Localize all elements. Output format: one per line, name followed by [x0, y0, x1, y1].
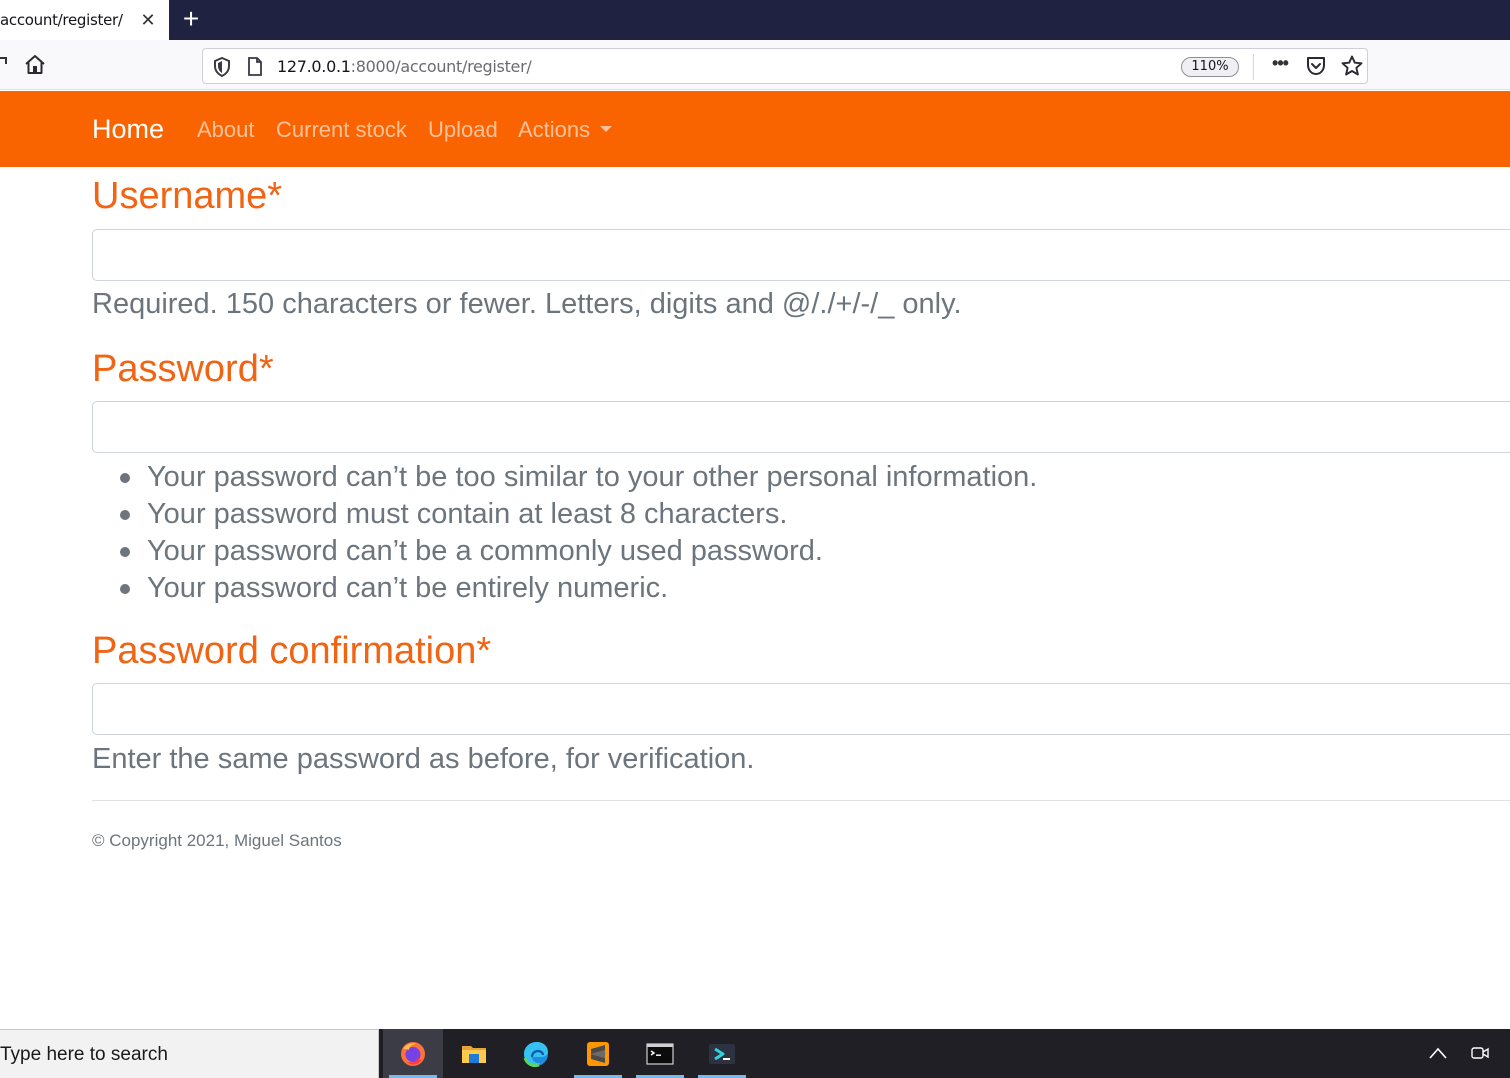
- url-path: :8000/account/register/: [350, 57, 532, 76]
- meet-now-icon[interactable]: [1470, 1044, 1490, 1062]
- browser-toolbar: 127.0.0.1:8000/account/register/ 110% ••…: [0, 40, 1510, 90]
- password-rule-text: Your password can’t be too similar to yo…: [147, 461, 1038, 493]
- navbar-brand-home[interactable]: Home: [92, 114, 164, 145]
- bullet-icon: [120, 584, 130, 594]
- page-info-icon[interactable]: [247, 57, 263, 76]
- nav-link-about[interactable]: About: [197, 117, 255, 143]
- taskbar-app-edge[interactable]: [506, 1029, 566, 1078]
- list-item: Your password must contain at least 8 ch…: [92, 496, 1037, 533]
- password-field[interactable]: [92, 401, 1510, 453]
- password-label: Password*: [92, 348, 274, 390]
- taskbar-search-box[interactable]: Type here to search: [0, 1029, 379, 1078]
- list-item: Your password can’t be too similar to yo…: [92, 459, 1037, 496]
- taskbar-search-placeholder: Type here to search: [0, 1044, 168, 1065]
- username-help-text: Required. 150 characters or fewer. Lette…: [92, 288, 962, 320]
- taskbar-app-powershell[interactable]: [692, 1029, 752, 1078]
- username-field[interactable]: [92, 229, 1510, 281]
- password-rule-text: Your password can’t be entirely numeric.: [147, 572, 669, 604]
- nav-link-upload[interactable]: Upload: [428, 117, 498, 143]
- username-label: Username*: [92, 175, 283, 217]
- footer-copyright: © Copyright 2021, Miguel Santos: [92, 831, 342, 850]
- password-confirmation-field[interactable]: [92, 683, 1510, 735]
- page-actions-menu-icon[interactable]: •••: [1267, 53, 1293, 79]
- reload-icon[interactable]: [0, 56, 8, 72]
- home-icon[interactable]: [23, 53, 47, 77]
- tracking-protection-shield-icon[interactable]: [213, 57, 231, 77]
- nav-dropdown-actions[interactable]: Actions: [518, 117, 613, 143]
- url-host: 127.0.0.1: [277, 57, 351, 76]
- taskbar-app-sublime-text[interactable]: [568, 1029, 628, 1078]
- password-rule-text: Your password can’t be a commonly used p…: [147, 535, 823, 567]
- password-rule-text: Your password must contain at least 8 ch…: [147, 498, 788, 530]
- password-rules-list: Your password can’t be too similar to yo…: [92, 459, 1037, 607]
- password-confirmation-help-text: Enter the same password as before, for v…: [92, 743, 755, 775]
- taskbar-app-file-explorer[interactable]: [444, 1029, 504, 1078]
- tab-title: account/register/: [0, 11, 123, 29]
- bullet-icon: [120, 510, 130, 520]
- file-explorer-icon: [462, 1046, 486, 1063]
- edge-icon: [523, 1042, 548, 1068]
- terminal-icon: [646, 1043, 674, 1065]
- sublime-text-icon: [587, 1042, 609, 1066]
- bullet-icon: [120, 473, 130, 483]
- browser-tab-strip: account/register/ ✕ +: [0, 0, 1510, 40]
- address-bar[interactable]: 127.0.0.1:8000/account/register/ 110% ••…: [202, 48, 1368, 84]
- windows-taskbar: Type here to search: [0, 1029, 1510, 1078]
- new-tab-button[interactable]: +: [177, 4, 205, 34]
- list-item: Your password can’t be entirely numeric.: [92, 570, 1037, 607]
- chevron-down-icon: [600, 126, 613, 133]
- firefox-icon: [401, 1042, 425, 1066]
- list-item: Your password can’t be a commonly used p…: [92, 533, 1037, 570]
- pocket-icon[interactable]: [1305, 55, 1327, 77]
- taskbar-app-firefox[interactable]: [383, 1029, 443, 1078]
- bookmark-star-icon[interactable]: [1340, 54, 1364, 78]
- url-text[interactable]: 127.0.0.1:8000/account/register/: [277, 57, 532, 76]
- bullet-icon: [120, 547, 130, 557]
- urlbar-separator: [1253, 54, 1254, 80]
- powershell-icon: [709, 1044, 735, 1064]
- tab-close-icon[interactable]: ✕: [138, 9, 158, 31]
- nav-dropdown-actions-label: Actions: [518, 117, 591, 142]
- zoom-level-badge[interactable]: 110%: [1181, 57, 1239, 77]
- site-navbar: Home About Current stock Upload Actions: [0, 91, 1510, 167]
- password-confirmation-label: Password confirmation*: [92, 630, 492, 672]
- footer-divider: [92, 800, 1510, 801]
- browser-tab[interactable]: account/register/ ✕: [0, 0, 169, 40]
- nav-link-current-stock[interactable]: Current stock: [276, 117, 407, 143]
- taskbar-app-terminal[interactable]: [630, 1029, 690, 1078]
- chevron-up-icon[interactable]: [1428, 1045, 1448, 1061]
